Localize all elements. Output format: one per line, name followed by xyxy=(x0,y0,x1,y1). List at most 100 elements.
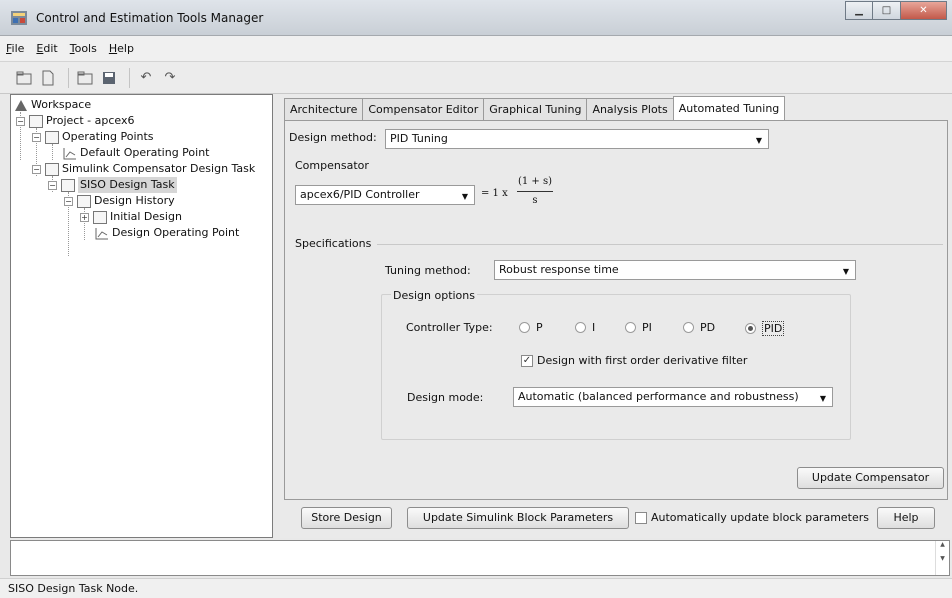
tab-compensator-editor[interactable]: Compensator Editor xyxy=(362,98,485,120)
workspace-icon xyxy=(15,99,27,111)
tree-label: SISO Design Task xyxy=(78,177,177,193)
radio-pd[interactable]: PD xyxy=(683,321,715,334)
controller-type-label: Controller Type: xyxy=(406,321,493,334)
tree-node-operating-points[interactable]: − Operating Points xyxy=(32,129,154,145)
title-bar: Control and Estimation Tools Manager ▁ □… xyxy=(0,0,952,36)
tree-node-workspace[interactable]: Workspace xyxy=(14,97,91,113)
tree-node-design-op[interactable]: Design Operating Point xyxy=(95,225,239,241)
compensator-select[interactable]: apcex6/PID Controller ▼ xyxy=(295,185,475,205)
close-project-icon[interactable] xyxy=(75,68,95,88)
update-simulink-button[interactable]: Update Simulink Block Parameters xyxy=(407,507,629,529)
radio-label: PID xyxy=(762,321,785,336)
scrollbar[interactable]: ▲ ▼ xyxy=(935,541,949,575)
history-icon xyxy=(77,194,91,208)
menu-help[interactable]: Help xyxy=(109,42,134,55)
tree-node-siso-task[interactable]: − SISO Design Task xyxy=(48,177,177,193)
project-icon xyxy=(29,114,43,128)
menu-tools[interactable]: Tools xyxy=(70,42,97,55)
menu-edit[interactable]: Edit xyxy=(36,42,57,55)
undo-icon[interactable]: ↶ xyxy=(136,68,156,88)
tree-label: Project - apcex6 xyxy=(46,114,135,127)
message-area[interactable]: ▲ ▼ xyxy=(10,540,950,576)
automated-tuning-panel: Design method: PID Tuning ▼ Compensator … xyxy=(284,120,948,500)
radio-dot xyxy=(575,322,586,333)
chevron-down-icon: ▼ xyxy=(819,394,826,403)
task-icon xyxy=(45,162,59,176)
auto-update-checkbox[interactable]: Automatically update block parameters xyxy=(635,511,869,524)
minimize-icon[interactable]: ▁ xyxy=(845,1,873,20)
tuning-method-label: Tuning method: xyxy=(385,264,471,277)
new-icon[interactable] xyxy=(14,68,34,88)
tree-node-default-op[interactable]: Default Operating Point xyxy=(63,145,210,161)
radio-p[interactable]: P xyxy=(519,321,543,334)
siso-icon xyxy=(61,178,75,192)
tab-analysis-plots[interactable]: Analysis Plots xyxy=(586,98,674,120)
task-panel: Architecture Compensator Editor Graphica… xyxy=(280,94,952,538)
tree-label: Operating Points xyxy=(62,130,154,143)
design-options-group xyxy=(381,294,851,440)
collapse-icon[interactable]: − xyxy=(32,132,41,142)
tuning-method-select[interactable]: Robust response time ▼ xyxy=(494,260,856,280)
save-icon[interactable] xyxy=(99,68,119,88)
collapse-icon[interactable]: − xyxy=(32,164,41,174)
design-mode-select[interactable]: Automatic (balanced performance and robu… xyxy=(513,387,833,407)
tab-architecture[interactable]: Architecture xyxy=(284,98,364,120)
radio-pi[interactable]: PI xyxy=(625,321,652,334)
tab-automated-tuning[interactable]: Automated Tuning xyxy=(672,96,786,120)
radio-dot xyxy=(625,322,636,333)
radio-label: PD xyxy=(700,321,716,334)
radio-dot xyxy=(745,323,756,334)
radio-label: P xyxy=(536,321,543,334)
status-bar: SISO Design Task Node. xyxy=(0,578,952,598)
tree-label: Workspace xyxy=(31,98,92,111)
update-compensator-button[interactable]: Update Compensator xyxy=(797,467,944,489)
radio-dot xyxy=(683,322,694,333)
formula-numerator: (1 + s) xyxy=(517,176,553,187)
status-text: SISO Design Task Node. xyxy=(8,582,139,595)
close-icon[interactable]: ✕ xyxy=(901,1,947,20)
menu-file[interactable]: File xyxy=(6,42,24,55)
maximize-icon[interactable]: □ xyxy=(873,1,901,20)
tree-node-project[interactable]: − Project - apcex6 xyxy=(16,113,134,129)
tree-label: Initial Design xyxy=(110,210,182,223)
chevron-down-icon: ▼ xyxy=(755,136,762,145)
open-icon[interactable] xyxy=(38,68,58,88)
compensator-group-label: Compensator xyxy=(295,159,369,172)
tree-label: Default Operating Point xyxy=(80,146,210,159)
tree-node-design-history[interactable]: − Design History xyxy=(64,193,175,209)
redo-icon[interactable]: ↷ xyxy=(160,68,180,88)
tuning-method-value: Robust response time xyxy=(499,263,619,276)
expand-icon[interactable]: + xyxy=(80,212,89,222)
app-icon xyxy=(11,11,27,25)
formula-denominator: s xyxy=(532,195,538,206)
toolbar: ↶ ↷ xyxy=(0,62,952,94)
plot-icon xyxy=(63,147,76,159)
collapse-icon[interactable]: − xyxy=(16,116,25,126)
menu-bar: File Edit Tools Help xyxy=(0,36,952,62)
radio-pid[interactable]: PID xyxy=(745,321,785,336)
toolbar-separator xyxy=(68,67,69,88)
help-button[interactable]: Help xyxy=(877,507,935,529)
specifications-group-label: Specifications xyxy=(295,237,372,250)
radio-i[interactable]: I xyxy=(575,321,595,334)
tree-node-initial-design[interactable]: + Initial Design xyxy=(80,209,182,225)
checkbox-label: Design with first order derivative filte… xyxy=(537,354,748,367)
design-options-label: Design options xyxy=(391,289,477,302)
design-method-label: Design method: xyxy=(289,131,377,144)
design-mode-label: Design mode: xyxy=(407,391,484,404)
toolbar-separator xyxy=(129,67,130,88)
workspace-tree[interactable]: Workspace − Project - apcex6 − Operating… xyxy=(10,94,273,538)
design-method-select[interactable]: PID Tuning ▼ xyxy=(385,129,769,149)
tree-node-simulink-task[interactable]: − Simulink Compensator Design Task xyxy=(32,161,255,177)
compensator-value: apcex6/PID Controller xyxy=(300,188,420,201)
derivative-filter-checkbox[interactable]: ✓ Design with first order derivative fil… xyxy=(521,354,747,367)
tab-strip: Architecture Compensator Editor Graphica… xyxy=(284,96,786,120)
collapse-icon[interactable]: − xyxy=(48,180,57,190)
store-design-button[interactable]: Store Design xyxy=(301,507,392,529)
check-icon: ✓ xyxy=(521,354,533,367)
tab-graphical-tuning[interactable]: Graphical Tuning xyxy=(483,98,588,120)
tree-label: Design History xyxy=(94,194,175,207)
collapse-icon[interactable]: − xyxy=(64,196,73,206)
radio-label: PI xyxy=(642,321,652,334)
tree-label: Design Operating Point xyxy=(112,226,240,239)
